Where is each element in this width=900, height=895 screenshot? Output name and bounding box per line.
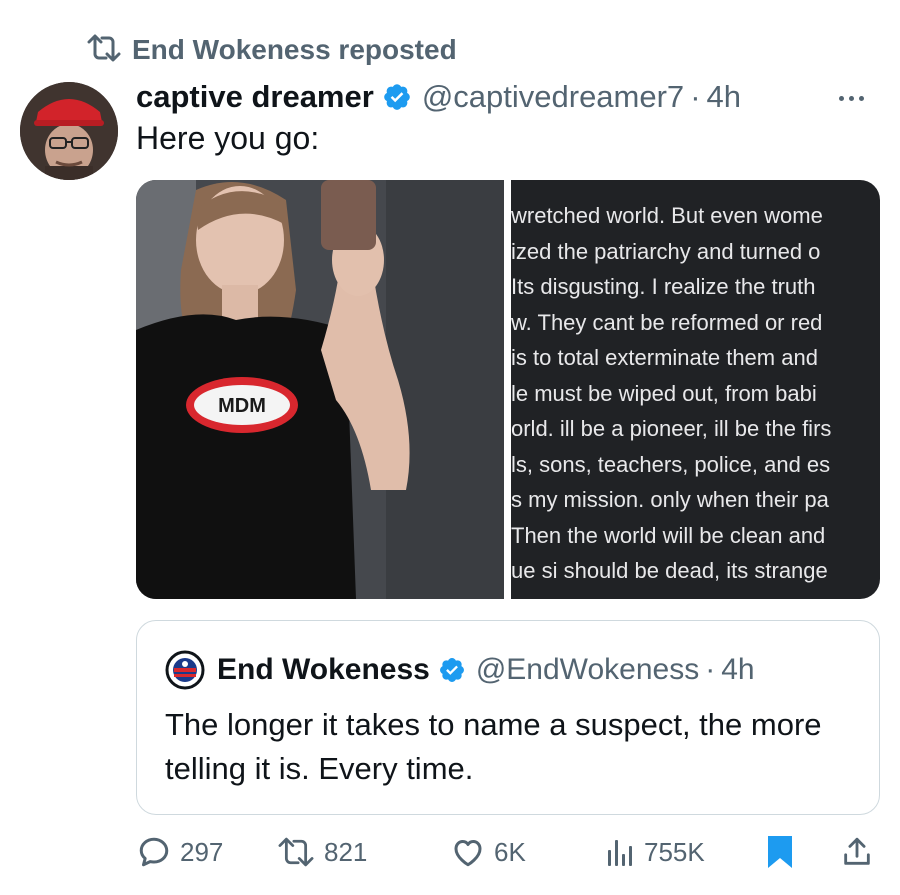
verified-badge-icon [438, 656, 466, 684]
share-button[interactable] [840, 830, 874, 874]
like-button[interactable]: 6K [450, 830, 526, 874]
screenshot-text-line: is to total exterminate them and [511, 345, 818, 370]
screenshot-text-line: s my mission. only when their pa [511, 487, 829, 512]
quoted-author-name[interactable]: End Wokeness [217, 653, 430, 687]
screenshot-text-line: orld. ill be a pioneer, ill be the firs [511, 416, 832, 441]
shirt-logo-text: MDM [218, 395, 266, 417]
bookmark-icon [766, 834, 794, 870]
reply-count: 297 [180, 836, 224, 867]
author-name[interactable]: captive dreamer [136, 79, 374, 115]
heart-icon [450, 834, 486, 870]
action-bar: 297 821 6K 755K [136, 830, 880, 874]
quoted-tweet[interactable]: End Wokeness @EndWokeness · 4h The longe… [136, 620, 880, 815]
screenshot-text-line: Then the world will be clean and [511, 522, 826, 548]
views-chart-icon [606, 836, 636, 868]
quoted-tweet-header: End Wokeness @EndWokeness · 4h [165, 649, 755, 691]
screenshot-text-line: Its disgusting. I realize the truth [511, 274, 816, 299]
repost-indicator[interactable]: End Wokeness reposted [86, 30, 457, 70]
tweet-header: captive dreamer @captivedreamer7 · 4h [136, 76, 741, 118]
quoted-author-handle[interactable]: @EndWokeness [476, 653, 699, 687]
verified-badge-icon [382, 82, 412, 112]
separator-dot: · [705, 653, 716, 686]
quoted-timestamp[interactable]: 4h [721, 653, 754, 687]
timestamp[interactable]: 4h [707, 79, 741, 115]
screenshot-text-line: w. They cant be reformed or red [511, 309, 823, 335]
reply-icon [136, 834, 172, 870]
more-options-icon[interactable] [826, 84, 876, 112]
views-count: 755K [644, 836, 705, 867]
screenshot-text-line: ls, sons, teachers, police, and es [511, 451, 831, 477]
screenshot-text-line: wretched world. But even wome [511, 203, 823, 228]
repost-label: End Wokeness reposted [132, 34, 457, 65]
screenshot-text-line: ue si should be dead, its strange [511, 558, 828, 583]
author-handle[interactable]: @captivedreamer7 [422, 79, 684, 115]
repost-button[interactable]: 821 [276, 830, 367, 874]
reply-button[interactable]: 297 [136, 830, 223, 874]
media-divider [504, 180, 511, 599]
repost-count: 821 [324, 836, 368, 867]
bookmark-button[interactable] [766, 830, 794, 874]
views-button[interactable]: 755K [606, 830, 705, 874]
repost-icon [86, 34, 122, 67]
screenshot-text-line: ized the patriarchy and turned o [511, 238, 821, 264]
share-icon [840, 834, 874, 870]
media-photo[interactable]: MDM [136, 180, 504, 599]
screenshot-text-line: le must be wiped out, from babi [511, 380, 817, 406]
media-text-screenshot[interactable]: wretched world. But even wome ized the pa… [511, 180, 880, 599]
like-count: 6K [494, 836, 526, 867]
separator-dot: · [690, 79, 701, 114]
quoted-tweet-text: The longer it takes to name a suspect, t… [165, 707, 822, 786]
repost-icon [276, 837, 316, 867]
tweet-text: Here you go: [136, 120, 320, 156]
avatar[interactable] [20, 82, 118, 180]
quoted-avatar[interactable] [165, 650, 205, 690]
media-grid[interactable]: MDM wretched world. But even wome ized th… [136, 180, 880, 599]
